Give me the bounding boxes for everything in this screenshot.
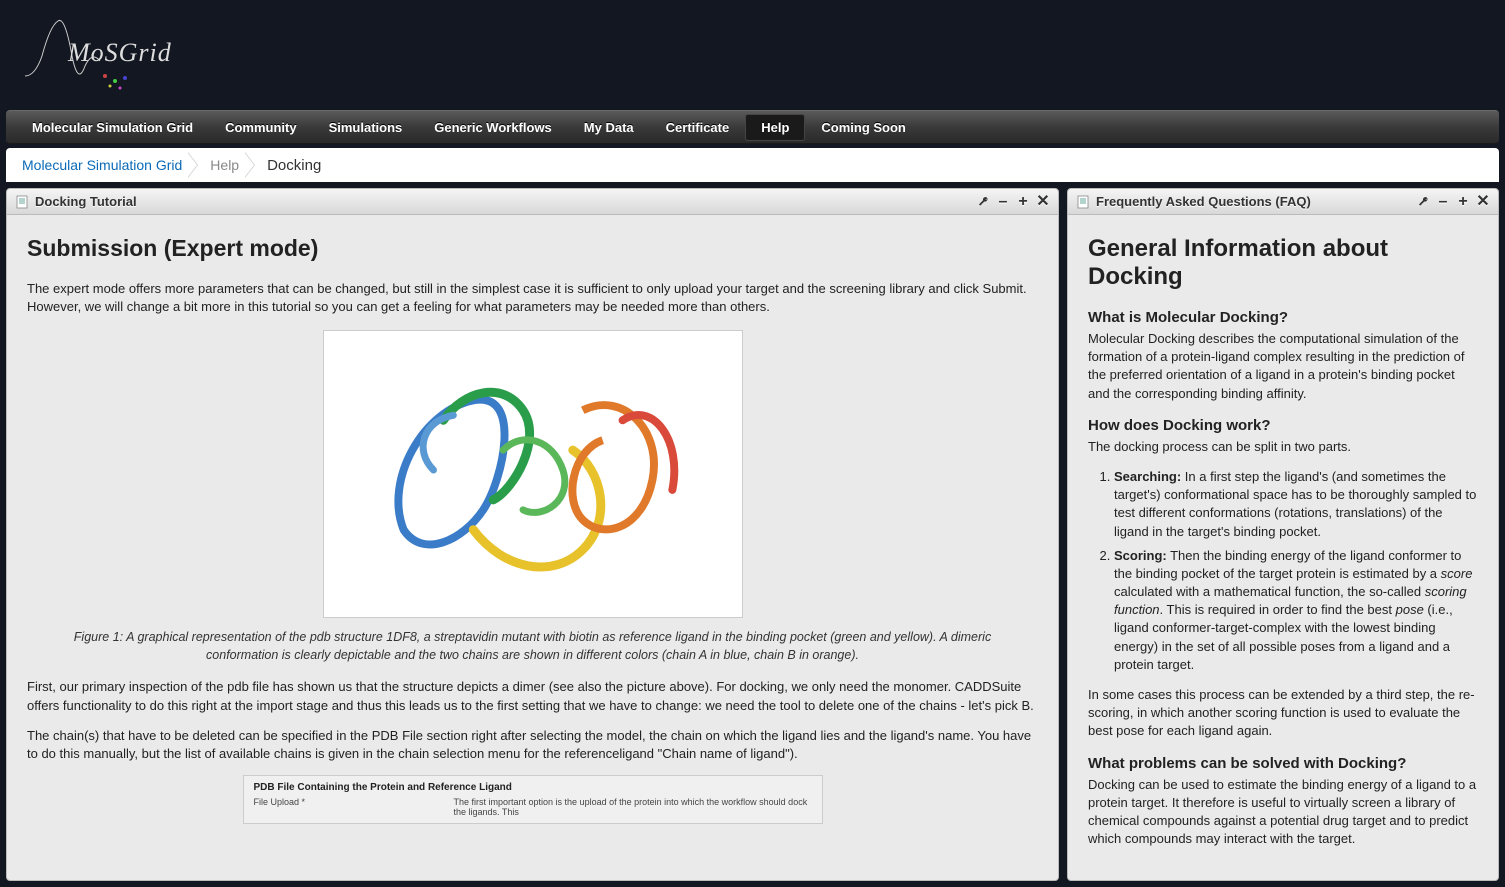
panel-header: Frequently Asked Questions (FAQ) – + ✕ — [1068, 189, 1498, 215]
list-item-text: calculated with a mathematical function,… — [1114, 584, 1425, 599]
nav-help[interactable]: Help — [745, 114, 805, 141]
sub-box-label: File Upload * — [254, 797, 454, 817]
maximize-icon[interactable]: + — [1016, 195, 1030, 209]
app-logo: MoSGrid — [20, 6, 150, 104]
chevron-right-icon — [188, 150, 204, 180]
paragraph: The chain(s) that have to be deleted can… — [27, 727, 1038, 763]
breadcrumb-mid[interactable]: Help — [204, 157, 245, 173]
list-item-label: Searching: — [1114, 469, 1181, 484]
minimize-icon[interactable]: – — [1436, 195, 1450, 209]
document-icon — [1076, 195, 1090, 209]
wrench-icon[interactable] — [976, 195, 990, 209]
protein-structure-image — [323, 330, 743, 618]
wrench-icon[interactable] — [1416, 195, 1430, 209]
panel-title: Docking Tutorial — [35, 194, 976, 209]
paragraph: First, our primary inspection of the pdb… — [27, 678, 1038, 714]
list-item: Scoring: Then the binding energy of the … — [1114, 547, 1478, 674]
nav-certificate[interactable]: Certificate — [650, 114, 746, 141]
faq-answer: The docking process can be split in two … — [1088, 438, 1478, 456]
breadcrumb: Molecular Simulation Grid Help Docking — [6, 148, 1499, 182]
pdb-file-box: PDB File Containing the Protein and Refe… — [243, 775, 823, 824]
app-header: MoSGrid — [0, 0, 1505, 110]
document-icon — [15, 195, 29, 209]
faq-question: What is Molecular Docking? — [1088, 309, 1478, 326]
faq-panel: Frequently Asked Questions (FAQ) – + ✕ G… — [1067, 188, 1499, 881]
faq-list: Searching: In a first step the ligand's … — [1088, 468, 1478, 674]
panel-body: General Information about Docking What i… — [1068, 215, 1498, 880]
maximize-icon[interactable]: + — [1456, 195, 1470, 209]
figure: Figure 1: A graphical representation of … — [27, 330, 1038, 664]
nav-coming-soon[interactable]: Coming Soon — [805, 114, 922, 141]
nav-my-data[interactable]: My Data — [568, 114, 650, 141]
panel-body: Submission (Expert mode) The expert mode… — [7, 215, 1058, 844]
nav-generic-workflows[interactable]: Generic Workflows — [418, 114, 568, 141]
faq-answer: In some cases this process can be extend… — [1088, 686, 1478, 741]
emphasis: score — [1441, 566, 1473, 581]
section-heading: General Information about Docking — [1088, 235, 1478, 291]
close-icon[interactable]: ✕ — [1476, 195, 1490, 209]
faq-question: What problems can be solved with Docking… — [1088, 755, 1478, 772]
list-item-label: Scoring: — [1114, 548, 1167, 563]
section-heading: Submission (Expert mode) — [27, 235, 1038, 262]
emphasis: pose — [1396, 602, 1424, 617]
close-icon[interactable]: ✕ — [1036, 195, 1050, 209]
sub-box-desc: The first important option is the upload… — [454, 797, 812, 817]
figure-caption: Figure 1: A graphical representation of … — [27, 629, 1038, 664]
breadcrumb-current: Docking — [261, 157, 327, 174]
faq-answer: Docking can be used to estimate the bind… — [1088, 776, 1478, 849]
sub-box-title: PDB File Containing the Protein and Refe… — [254, 782, 812, 793]
docking-tutorial-panel: Docking Tutorial – + ✕ Submission (Exper… — [6, 188, 1059, 881]
nav-simulations[interactable]: Simulations — [313, 114, 419, 141]
nav-community[interactable]: Community — [209, 114, 313, 141]
list-item-text: . This is required in order to find the … — [1160, 602, 1396, 617]
logo-text: MoSGrid — [68, 38, 172, 68]
faq-answer: Molecular Docking describes the computat… — [1088, 330, 1478, 403]
main-nav: Molecular Simulation Grid Community Simu… — [6, 110, 1499, 144]
panel-header: Docking Tutorial – + ✕ — [7, 189, 1058, 215]
nav-molecular-simulation-grid[interactable]: Molecular Simulation Grid — [16, 114, 209, 141]
content-area: Docking Tutorial – + ✕ Submission (Exper… — [6, 188, 1499, 881]
panel-title: Frequently Asked Questions (FAQ) — [1096, 194, 1416, 209]
list-item: Searching: In a first step the ligand's … — [1114, 468, 1478, 541]
list-item-text: Then the binding energy of the ligand co… — [1114, 548, 1461, 581]
chevron-right-icon — [245, 150, 261, 180]
paragraph: The expert mode offers more parameters t… — [27, 280, 1038, 316]
breadcrumb-root[interactable]: Molecular Simulation Grid — [16, 157, 188, 173]
faq-question: How does Docking work? — [1088, 417, 1478, 434]
minimize-icon[interactable]: – — [996, 195, 1010, 209]
